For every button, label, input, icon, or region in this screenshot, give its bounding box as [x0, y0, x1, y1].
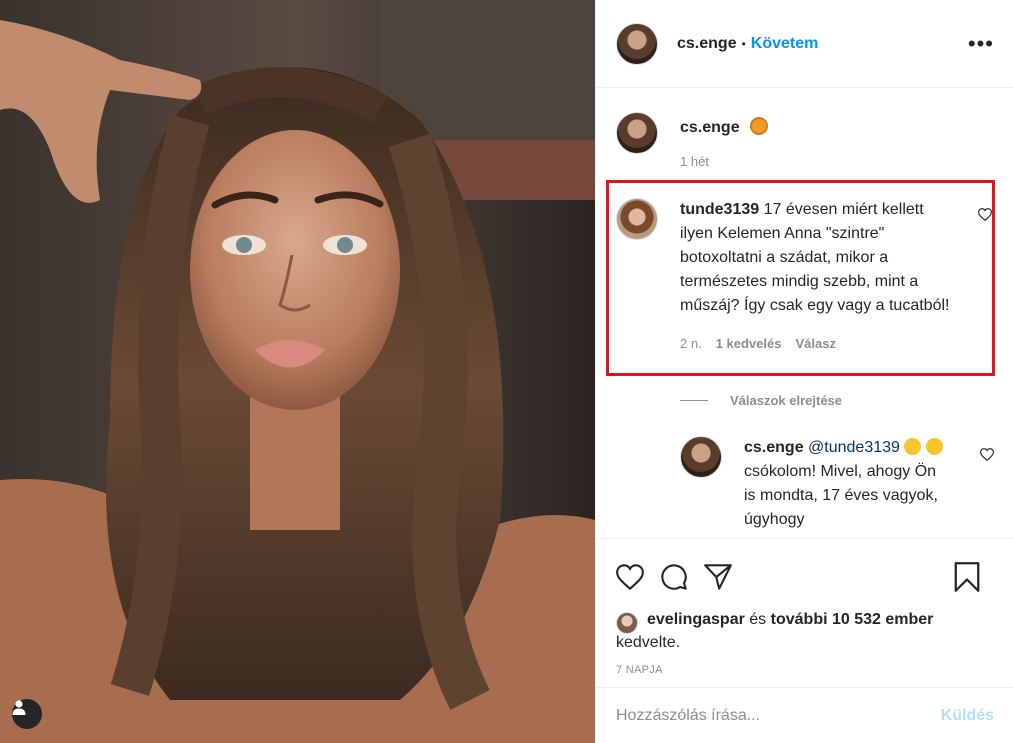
comment-likes[interactable]: 1 kedvelés [716, 332, 782, 356]
comment-time[interactable]: 2 n. [680, 332, 702, 356]
reply-mention[interactable]: @tunde3139 [808, 439, 900, 456]
likes-summary: evelingaspar és további 10 532 ember [596, 611, 1014, 634]
separator-dot: • [741, 36, 746, 51]
comment-item: tunde3139 17 évesen miért kellett ilyen … [616, 198, 996, 356]
portrait-image [0, 0, 595, 743]
add-comment-bar: Küldés [596, 687, 1014, 743]
hide-replies-label: Válaszok elrejtése [730, 393, 843, 408]
commenter-username[interactable]: tunde3139 [680, 201, 759, 218]
heart-icon [616, 563, 644, 590]
comments-list[interactable]: cs.enge 1 hét tunde3139 17 évesen miért … [596, 88, 1014, 538]
laughing-emoji-icon [904, 438, 922, 455]
post-side-panel: cs.enge • Követem ••• cs.enge 1 hét tund… [595, 0, 1014, 743]
post-header: cs.enge • Követem ••• [596, 0, 1014, 88]
hide-replies-line [680, 400, 708, 401]
likes-suffix: kedvelte. [616, 634, 681, 651]
author-username[interactable]: cs.enge [677, 35, 737, 53]
post-comment-button[interactable]: Küldés [941, 707, 994, 725]
reply-button[interactable]: Válasz [795, 332, 835, 356]
likes-conj: és [749, 611, 767, 628]
author-avatar[interactable] [616, 22, 658, 65]
post-dialog: cs.enge • Követem ••• cs.enge 1 hét tund… [0, 0, 1014, 743]
reply-username[interactable]: cs.enge [744, 439, 804, 456]
likes-others[interactable]: további 10 532 ember [771, 611, 934, 628]
more-options-icon[interactable]: ••• [968, 32, 994, 55]
reply-item: cs.enge @tunde3139 csókolom! Mivel, ahog… [680, 436, 1000, 532]
post-photo[interactable] [0, 0, 595, 743]
comment-like-heart-icon[interactable] [978, 208, 992, 221]
caption-time[interactable]: 1 hét [680, 154, 768, 169]
comment-bubble-icon [661, 563, 687, 590]
hide-replies-toggle[interactable]: Válaszok elrejtése [680, 393, 842, 408]
commenter-avatar[interactable] [616, 198, 658, 240]
reply-avatar[interactable] [680, 436, 722, 478]
caption-avatar[interactable] [616, 112, 658, 154]
post-date[interactable]: 7 NAPJA [596, 652, 1014, 676]
bookmark-icon [954, 561, 980, 592]
comment-input[interactable] [616, 706, 941, 725]
reply-like-heart-icon[interactable] [980, 448, 994, 461]
laughing-emoji-icon [925, 438, 943, 455]
comment-meta: 2 n. 1 kedvelés Válasz [680, 332, 950, 356]
like-button[interactable] [616, 563, 644, 590]
reply-text: csókolom! Mivel, ahogy Ön is mondta, 17 … [744, 463, 938, 528]
follow-button[interactable]: Követem [751, 35, 819, 53]
user-icon [12, 700, 26, 715]
liker-avatar[interactable] [616, 612, 638, 634]
comment-button[interactable] [660, 563, 688, 591]
tiger-emoji-icon [750, 117, 769, 135]
action-bar [596, 538, 1014, 614]
caption-username[interactable]: cs.enge [680, 119, 740, 136]
paper-plane-icon [704, 563, 732, 590]
caption: cs.enge 1 hét [616, 112, 769, 169]
tagged-user-button[interactable] [12, 699, 42, 729]
liker-username[interactable]: evelingaspar [647, 611, 745, 628]
share-button[interactable] [704, 563, 732, 590]
save-button[interactable] [954, 561, 980, 592]
